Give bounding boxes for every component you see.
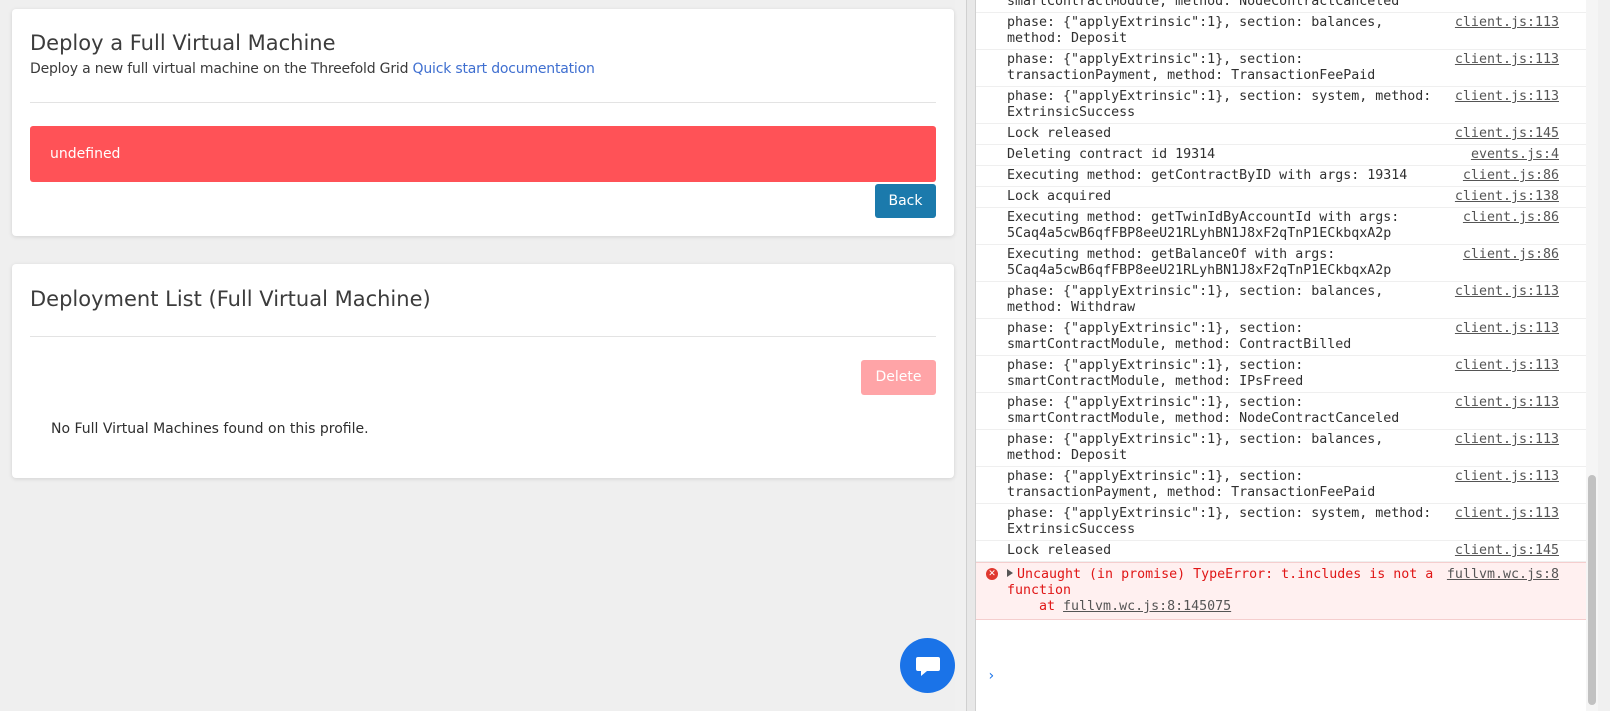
console-source-link[interactable]: client.js:86 <box>1463 168 1559 184</box>
console-error-line[interactable]: ✕ Uncaught (in promise) TypeError: t.incl… <box>976 562 1598 620</box>
devtools-console: smartContractModule, method: NodeContrac… <box>976 0 1598 711</box>
console-log-line: smartContractModule, method: NodeContrac… <box>976 0 1598 13</box>
console-log-list: smartContractModule, method: NodeContrac… <box>976 0 1598 620</box>
console-log-text: Executing method: getTwinIdByAccountId w… <box>1007 210 1408 241</box>
empty-list-message: No Full Virtual Machines found on this p… <box>51 421 369 437</box>
delete-button[interactable]: Delete <box>861 360 936 395</box>
console-log-line: phase: {"applyExtrinsic":1}, section: ba… <box>976 430 1598 467</box>
console-log-text: phase: {"applyExtrinsic":1}, section: tr… <box>1007 52 1376 83</box>
console-source-link[interactable]: client.js:113 <box>1455 284 1559 300</box>
chat-button[interactable] <box>900 638 955 693</box>
console-source-link[interactable]: client.js:113 <box>1455 506 1559 522</box>
deployment-list-title: Deployment List (Full Virtual Machine) <box>30 287 431 311</box>
console-error-stack: at fullvm.wc.js:8:145075 <box>1007 599 1445 615</box>
console-log-line: Executing method: getBalanceOf with args… <box>976 245 1598 282</box>
console-log-text: Deleting contract id 19314 <box>1007 147 1216 162</box>
console-source-link[interactable]: client.js:145 <box>1455 126 1559 142</box>
console-log-text: phase: {"applyExtrinsic":1}, section: sy… <box>1007 89 1440 120</box>
console-log-line: phase: {"applyExtrinsic":1}, section: sy… <box>976 87 1598 124</box>
console-log-text: Lock released <box>1007 126 1112 141</box>
console-prompt[interactable]: › <box>987 668 995 684</box>
deploy-card-subtitle-text: Deploy a new full virtual machine on the… <box>30 61 409 77</box>
expand-triangle-icon[interactable] <box>1007 569 1013 577</box>
console-source-link[interactable]: client.js:145 <box>1455 543 1559 559</box>
console-log-line: phase: {"applyExtrinsic":1}, section: sm… <box>976 356 1598 393</box>
deploy-card-divider <box>30 102 936 103</box>
console-log-line: phase: {"applyExtrinsic":1}, section: ba… <box>976 13 1598 50</box>
console-log-line: Lock acquired client.js:138 <box>976 187 1598 208</box>
console-source-link[interactable]: client.js:86 <box>1463 247 1559 263</box>
console-source-link[interactable]: client.js:113 <box>1455 395 1559 411</box>
console-log-line: Deleting contract id 19314 events.js:4 <box>976 145 1598 166</box>
console-log-line: phase: {"applyExtrinsic":1}, section: tr… <box>976 50 1598 87</box>
console-source-link[interactable]: client.js:113 <box>1455 469 1559 485</box>
console-source-link[interactable]: client.js:86 <box>1463 210 1559 226</box>
console-log-line: Lock released client.js:145 <box>976 124 1598 145</box>
console-log-line: Lock released client.js:145 <box>976 541 1598 562</box>
devtools-splitter[interactable] <box>966 0 976 711</box>
console-log-text: Lock acquired <box>1007 189 1112 204</box>
console-log-text: phase: {"applyExtrinsic":1}, section: ba… <box>1007 284 1392 315</box>
console-log-text: phase: {"applyExtrinsic":1}, section: tr… <box>1007 469 1376 500</box>
console-log-text: phase: {"applyExtrinsic":1}, section: ba… <box>1007 15 1392 46</box>
console-log-text: smartContractModule, method: NodeContrac… <box>1007 0 1400 9</box>
console-log-line: phase: {"applyExtrinsic":1}, section: ba… <box>976 282 1598 319</box>
console-log-line: phase: {"applyExtrinsic":1}, section: sm… <box>976 393 1598 430</box>
error-circle-icon: ✕ <box>986 568 998 580</box>
back-button[interactable]: Back <box>875 184 936 218</box>
console-log-text: Executing method: getContractByID with a… <box>1007 168 1408 183</box>
chat-bubble-icon <box>915 656 940 676</box>
error-alert: undefined <box>30 126 936 182</box>
console-source-link[interactable]: events.js:4 <box>1471 147 1559 163</box>
console-source-link[interactable]: client.js:113 <box>1455 89 1559 105</box>
deploy-card-title: Deploy a Full Virtual Machine <box>30 31 336 55</box>
console-source-link[interactable]: client.js:113 <box>1455 358 1559 374</box>
console-error-text: Uncaught (in promise) TypeError: t.inclu… <box>1007 567 1442 598</box>
console-log-text: phase: {"applyExtrinsic":1}, section: sy… <box>1007 506 1440 537</box>
stack-prefix: at <box>1039 599 1064 614</box>
console-log-line: phase: {"applyExtrinsic":1}, section: tr… <box>976 467 1598 504</box>
console-scroll-thumb[interactable] <box>1588 475 1596 705</box>
deployment-list-divider <box>30 336 936 337</box>
console-log-text: Executing method: getBalanceOf with args… <box>1007 247 1392 278</box>
console-source-link[interactable]: client.js:113 <box>1455 15 1559 31</box>
console-scrollbar[interactable] <box>1586 0 1598 711</box>
deploy-card-subtitle: Deploy a new full virtual machine on the… <box>30 61 595 77</box>
console-log-text: phase: {"applyExtrinsic":1}, section: sm… <box>1007 395 1400 426</box>
console-log-line: Executing method: getContractByID with a… <box>976 166 1598 187</box>
deployment-list-card: Deployment List (Full Virtual Machine) D… <box>12 264 954 478</box>
console-log-text: phase: {"applyExtrinsic":1}, section: sm… <box>1007 321 1352 352</box>
app-pane: Deploy a Full Virtual Machine Deploy a n… <box>0 0 955 711</box>
console-log-line: phase: {"applyExtrinsic":1}, section: sm… <box>976 319 1598 356</box>
console-log-text: phase: {"applyExtrinsic":1}, section: sm… <box>1007 358 1312 389</box>
console-source-link[interactable]: client.js:113 <box>1455 321 1559 337</box>
stack-source-link[interactable]: fullvm.wc.js:8:145075 <box>1063 599 1231 614</box>
console-source-link[interactable]: client.js:138 <box>1455 189 1559 205</box>
console-error-text-wrap: Uncaught (in promise) TypeError: t.inclu… <box>1007 567 1445 615</box>
console-log-line: phase: {"applyExtrinsic":1}, section: sy… <box>976 504 1598 541</box>
console-error-source-link[interactable]: fullvm.wc.js:8 <box>1447 567 1559 583</box>
console-log-line: Executing method: getTwinIdByAccountId w… <box>976 208 1598 245</box>
console-source-link[interactable]: client.js:113 <box>1455 52 1559 68</box>
deploy-card: Deploy a Full Virtual Machine Deploy a n… <box>12 9 954 236</box>
console-log-text: phase: {"applyExtrinsic":1}, section: ba… <box>1007 432 1392 463</box>
console-log-text: Lock released <box>1007 543 1112 558</box>
console-source-link[interactable]: client.js:113 <box>1455 432 1559 448</box>
quick-start-docs-link[interactable]: Quick start documentation <box>413 61 595 77</box>
